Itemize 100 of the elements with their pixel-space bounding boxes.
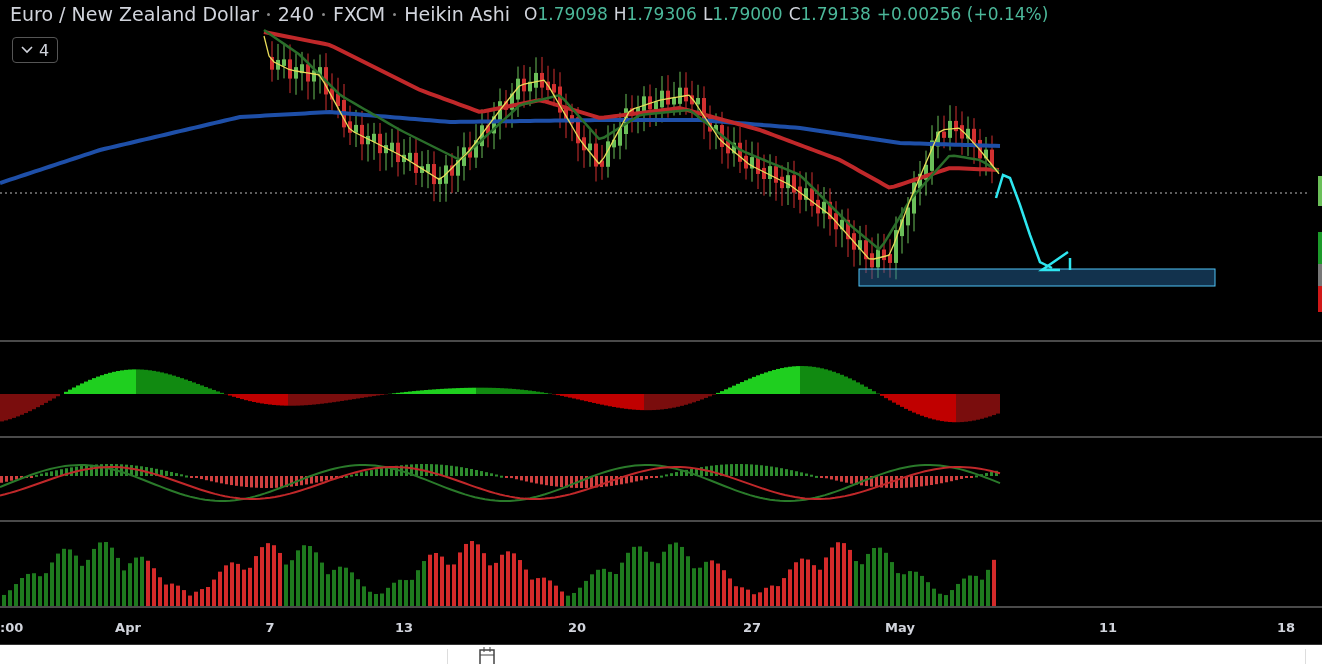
candlestick: [690, 80, 694, 121]
candlestick: [738, 126, 742, 174]
candlestick: [432, 150, 436, 202]
candlestick: [678, 71, 682, 116]
candlestick: [294, 52, 298, 96]
ohlc-value: C1.79138: [788, 4, 871, 24]
candlestick: [390, 128, 394, 168]
candlestick: [888, 238, 892, 279]
candlestick: [858, 225, 862, 266]
time-label: 11: [1098, 620, 1118, 635]
candlestick: [360, 110, 364, 161]
candlestick: [630, 94, 634, 133]
time-label: May: [885, 620, 915, 635]
candlestick: [612, 123, 616, 160]
candlestick: [840, 209, 844, 248]
candlestick: [786, 161, 790, 206]
ohlc-value: L1.79000: [702, 4, 783, 24]
candlestick: [648, 84, 652, 128]
calendar-icon[interactable]: [478, 647, 496, 664]
candlestick: [828, 187, 832, 237]
time-label: :00: [0, 620, 24, 635]
candlestick: [984, 136, 988, 177]
candlestick: [528, 66, 532, 107]
ohlc-value: H1.79306: [613, 4, 697, 24]
candlestick: [270, 40, 274, 83]
candlestick: [384, 132, 388, 171]
candlestick: [744, 139, 748, 181]
candlestick: [354, 109, 358, 148]
candlestick: [402, 138, 406, 175]
candlestick: [522, 64, 526, 109]
candlestick: [276, 43, 280, 81]
candlestick: [450, 152, 454, 194]
candlestick: [540, 56, 544, 99]
candlestick: [960, 110, 964, 156]
candlestick: [930, 124, 934, 186]
candlestick: [396, 127, 400, 177]
candlestick: [456, 145, 460, 193]
candlestick: [318, 54, 322, 95]
change-value: +0.00256 (+0.14%): [876, 4, 1049, 24]
candlestick: [882, 233, 886, 274]
candlestick: [438, 166, 442, 203]
candlestick: [906, 196, 910, 244]
candlestick: [366, 122, 370, 162]
candlestick: [600, 144, 604, 181]
candlestick: [798, 170, 802, 214]
chart-type-label: Heikin Ashi: [404, 3, 511, 25]
candlestick: [816, 183, 820, 227]
candlestick: [336, 77, 340, 119]
candlestick: [672, 81, 676, 117]
candlestick: [834, 200, 838, 248]
candlestick: [852, 219, 856, 268]
candlestick: [636, 95, 640, 134]
candlestick: [288, 43, 292, 94]
interval-label[interactable]: 240: [277, 3, 314, 25]
time-label: 27: [742, 620, 762, 635]
candlestick: [900, 206, 904, 255]
candlestick: [654, 87, 658, 127]
candlestick: [468, 131, 472, 171]
candlestick: [714, 112, 718, 150]
candlestick: [588, 129, 592, 168]
candlestick: [822, 186, 826, 229]
candlestick: [684, 71, 688, 116]
time-label: 18: [1276, 620, 1296, 635]
ohlc-value: O1.79098: [524, 4, 608, 24]
candlestick: [942, 115, 946, 149]
trend-sketch-drawing[interactable]: [994, 173, 1072, 272]
candlestick: [324, 52, 328, 111]
candlestick: [756, 142, 760, 190]
candlestick: [768, 153, 772, 198]
candlestick: [762, 154, 766, 197]
candlestick: [348, 105, 352, 146]
candlestick: [606, 124, 610, 179]
candlestick: [594, 128, 598, 182]
candlestick: [282, 43, 286, 79]
candlestick: [462, 131, 466, 182]
time-label: 7: [265, 620, 275, 635]
candlestick: [894, 216, 898, 280]
price-scale-marker: [1318, 176, 1322, 206]
candlestick: [804, 171, 808, 212]
candlestick: [618, 112, 622, 160]
candlestick: [420, 150, 424, 188]
candlestick: [426, 149, 430, 189]
candlestick: [972, 117, 976, 165]
candlestick: [870, 236, 874, 280]
candlestick: [948, 104, 952, 151]
candlestick: [486, 109, 490, 148]
candlestick: [474, 123, 478, 169]
indicators-toggle-button[interactable]: 4: [12, 37, 59, 63]
candlestick: [504, 89, 508, 129]
candlestick: [846, 208, 850, 258]
time-label: 20: [567, 620, 587, 635]
candlestick: [300, 51, 304, 91]
candlestick: [774, 155, 778, 202]
candlestick: [810, 171, 814, 218]
candlestick: [936, 115, 940, 159]
candlestick: [792, 160, 796, 209]
candlestick: [306, 53, 310, 100]
candlestick: [966, 116, 970, 157]
candlestick: [726, 126, 730, 170]
candlestick: [372, 122, 376, 161]
